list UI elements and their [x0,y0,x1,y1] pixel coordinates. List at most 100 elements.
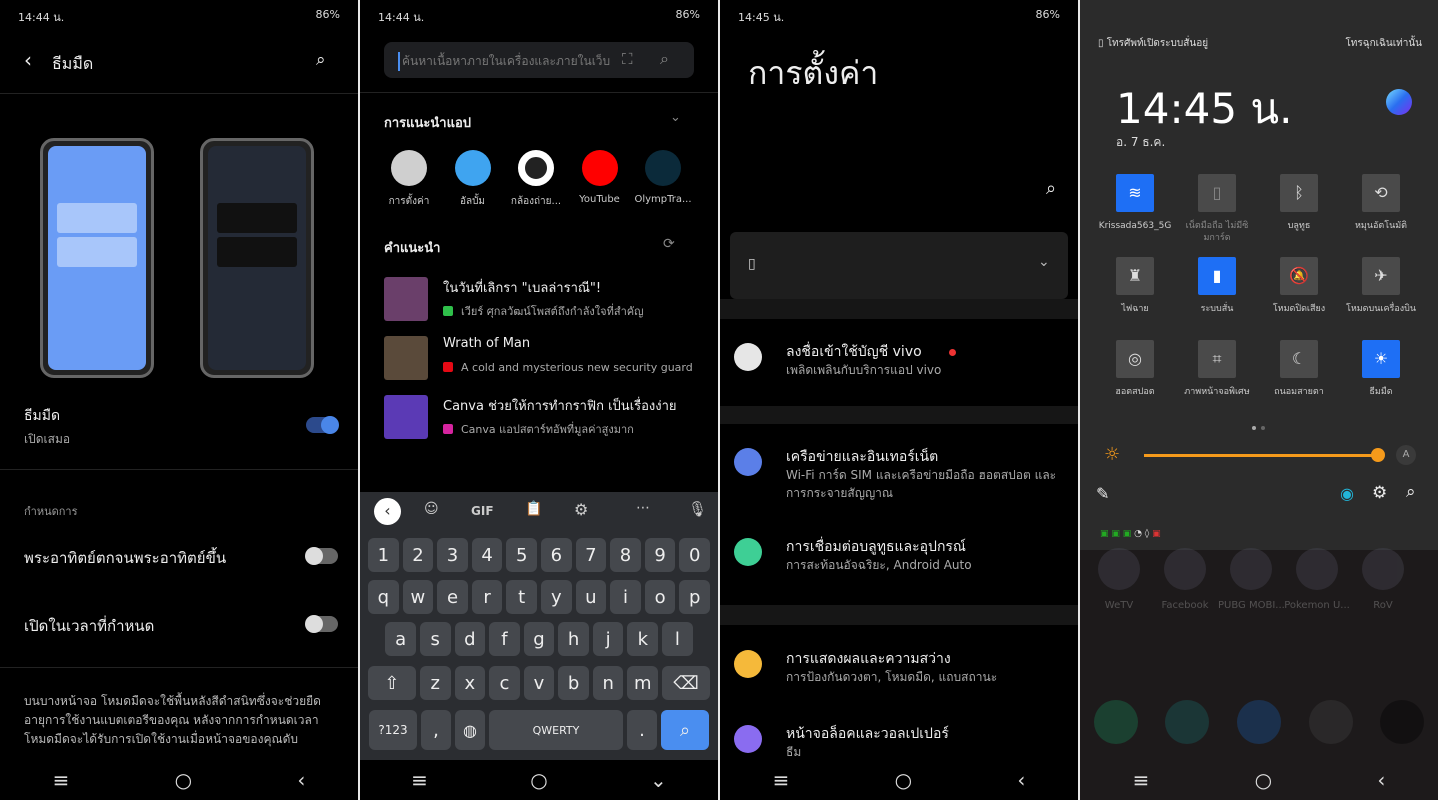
key-9[interactable]: 9 [644,538,676,572]
key-3[interactable]: 3 [437,538,468,572]
back-icon[interactable]: ‹ [24,48,32,72]
key-l[interactable]: l [662,622,693,656]
search-icon[interactable]: ⌕ [1046,178,1056,199]
sunset-toggle[interactable] [305,547,338,565]
settings-item[interactable]: การเชื่อมต่อบลูทูธและอุปกรณ์ การสะท้อนอัจ… [734,536,1068,596]
key-e[interactable]: e [437,580,468,614]
comma-key[interactable]: , [421,710,451,750]
home-app[interactable]: Pokemon U... [1284,548,1350,611]
key-h[interactable]: h [558,622,589,656]
app-suggestion[interactable]: อัลบั้ม [441,150,505,209]
tile-no-sim[interactable]: ▯ เน็ตมือถือ ไม่มีซิมการ์ด [1179,174,1255,244]
key-p[interactable]: p [679,580,710,614]
tile-vibrate[interactable]: ▮ ระบบสั่น [1179,257,1255,315]
app-suggestion[interactable]: กล้องถ่าย... [504,150,568,209]
key-b[interactable]: b [558,666,589,700]
search-icon[interactable]: ⌕ [316,50,326,70]
key-x[interactable]: x [454,666,486,700]
menu-nav-icon[interactable]: ≡ [1133,768,1150,792]
messages-app-icon[interactable] [1165,700,1210,744]
key-t[interactable]: t [506,580,537,614]
dark-theme-toggle[interactable] [306,416,339,434]
suggestion-item[interactable]: Wrath of Man A cold and mysterious new se… [384,336,704,382]
settings-item[interactable]: เครือข่ายและอินเทอร์เน็ต Wi-Fi การ์ด SIM … [734,446,1068,506]
shift-key[interactable]: ⇧ [367,666,416,700]
back-nav-icon[interactable]: ‹ [297,768,305,792]
tile-wifi[interactable]: ≋ Krissada563_5G [1097,174,1173,232]
scheduled-toggle[interactable] [305,615,338,633]
search-key[interactable]: ⌕ [661,710,709,750]
sticker-icon[interactable]: ☺ [424,501,439,517]
keyboard-collapse-button[interactable]: ‹ [374,498,401,525]
home-nav-icon[interactable]: ○ [530,768,547,792]
tile-flashlight[interactable]: ♜ ไฟฉาย [1097,257,1173,315]
key-c[interactable]: c [489,666,520,700]
tile-hotspot[interactable]: ◎ ฮอตสปอต [1097,340,1173,398]
key-o[interactable]: o [644,580,676,614]
more-icon[interactable]: ⋯ [636,500,650,516]
key-0[interactable]: 0 [679,538,710,572]
tile-screenshot[interactable]: ⌗ ภาพหน้าจอพิเศษ [1179,340,1255,398]
key-z[interactable]: z [419,666,451,700]
settings-item[interactable]: ลงชื่อเข้าใช้บัญชี vivo เพลิดเพลินกับบริก… [734,341,1068,401]
search-icon[interactable]: ⌕ [660,49,669,69]
edit-icon[interactable]: ✎ [1096,484,1109,503]
space-key[interactable]: QWERTY [489,710,623,750]
home-app[interactable]: Facebook [1152,548,1218,611]
tile-dark-theme[interactable]: ☀ ธีมมืด [1343,340,1419,398]
key-q[interactable]: q [368,580,399,614]
home-nav-icon[interactable]: ○ [1255,768,1272,792]
key-w[interactable]: w [402,580,434,614]
key-2[interactable]: 2 [402,538,434,572]
gear-icon[interactable]: ⚙ [1372,483,1387,503]
gif-button[interactable]: GIF [471,504,494,518]
key-m[interactable]: m [627,666,659,700]
assistant-app-icon[interactable] [1308,700,1353,744]
user-icon[interactable]: ◉ [1340,484,1354,503]
globe-icon[interactable]: ◍ [455,710,485,750]
back-nav-icon[interactable]: ‹ [1377,768,1385,792]
suggestion-item[interactable]: ในวันที่เลิกรา "เบลล่าราณี"! เวียร์ ศุกลว… [384,277,704,323]
key-s[interactable]: s [419,622,451,656]
key-4[interactable]: 4 [471,538,503,572]
key-5[interactable]: 5 [506,538,537,572]
search-input[interactable]: ค้นหาเนื้อหาภายในเครื่องและภายในเว็บ ⛶ ⌕ [384,42,694,78]
home-app[interactable]: RoV [1350,548,1416,611]
home-app[interactable]: PUBG MOBI... [1218,548,1284,611]
hide-keyboard-icon[interactable]: ⌄ [650,768,667,792]
symbols-key[interactable]: ?123 [369,710,417,750]
menu-nav-icon[interactable]: ≡ [53,768,70,792]
key-k[interactable]: k [627,622,659,656]
app-suggestion[interactable]: YouTube [568,150,632,205]
sound-mode-card[interactable]: ▯ ⌄ [730,232,1068,299]
tile-rotate[interactable]: ⟲ หมุนอัตโนมัติ [1343,174,1419,232]
camera-app-icon[interactable] [1380,700,1425,744]
brightness-slider[interactable] [1144,448,1385,462]
key-v[interactable]: v [523,666,555,700]
refresh-icon[interactable]: ⟳ [663,236,675,252]
back-nav-icon[interactable]: ‹ [1017,768,1025,792]
home-nav-icon[interactable]: ○ [895,768,912,792]
chevron-down-icon[interactable]: ⌄ [1038,254,1050,270]
settings-item[interactable]: การแสดงผลและความสว่าง การป้องกันดวงตา, โห… [734,648,1068,708]
key-8[interactable]: 8 [610,538,641,572]
browser-app-icon[interactable] [1236,700,1281,744]
key-r[interactable]: r [471,580,503,614]
key-j[interactable]: j [592,622,624,656]
menu-nav-icon[interactable]: ≡ [411,768,428,792]
key-f[interactable]: f [489,622,520,656]
microphone-icon[interactable]: 🎙 [688,500,707,518]
chevron-down-icon[interactable]: ⌄ [670,110,681,125]
tile-moon[interactable]: ☾ ถนอมสายตา [1261,340,1337,398]
tile-airplane[interactable]: ✈ โหมดบนเครื่องบิน [1343,257,1419,315]
phone-app-icon[interactable] [1093,700,1138,744]
home-app[interactable]: WeTV [1086,548,1152,611]
scan-icon[interactable]: ⛶ [622,50,633,68]
key-a[interactable]: a [385,622,416,656]
key-7[interactable]: 7 [575,538,607,572]
assistant-icon[interactable] [1386,89,1412,115]
search-icon[interactable]: ⌕ [1406,482,1416,502]
key-i[interactable]: i [610,580,641,614]
key-y[interactable]: y [541,580,572,614]
backspace-key[interactable]: ⌫ [662,666,711,700]
